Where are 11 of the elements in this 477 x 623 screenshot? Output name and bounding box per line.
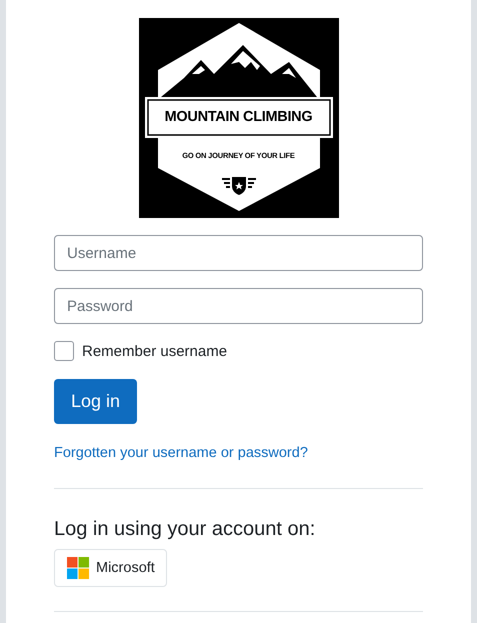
forgot-password-link[interactable]: Forgotten your username or password? bbox=[54, 445, 308, 461]
remember-checkbox[interactable] bbox=[54, 341, 74, 361]
login-button[interactable]: Log in bbox=[54, 379, 138, 424]
winged-shield-icon bbox=[220, 174, 256, 196]
provider-button[interactable]: Microsoft bbox=[54, 549, 167, 587]
remember-label: Remember username bbox=[82, 342, 228, 360]
password-field[interactable]: Password bbox=[54, 288, 423, 324]
four-squares-icon bbox=[67, 556, 90, 580]
logo-title: MOUNTAIN CLIMBING bbox=[164, 109, 312, 126]
username-field[interactable]: Username bbox=[54, 235, 423, 271]
sso-heading: Log in using your account on: bbox=[54, 517, 316, 541]
